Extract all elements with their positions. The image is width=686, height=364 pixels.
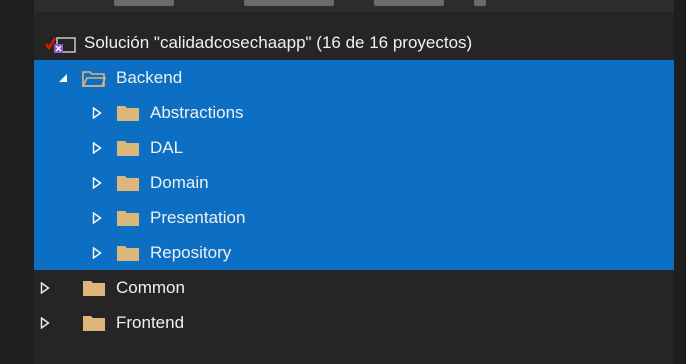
folder-icon — [117, 211, 139, 226]
tree-item-repository[interactable]: Repository — [34, 235, 674, 270]
folder-icon — [117, 141, 139, 156]
tree-item-label: Abstractions — [150, 103, 244, 122]
tree-item-dal[interactable]: DAL — [34, 130, 674, 165]
folder-icon — [117, 106, 139, 121]
tree-item-label: Repository — [150, 243, 232, 262]
tree-item-label: DAL — [150, 138, 184, 157]
tree-item-label: Backend — [116, 68, 183, 87]
tree-item-label: Presentation — [150, 208, 246, 227]
expand-arrow-icon[interactable] — [90, 235, 104, 270]
folder-icon — [117, 246, 139, 261]
expand-arrow-icon[interactable] — [90, 95, 104, 130]
collapse-arrow-icon[interactable] — [56, 60, 70, 95]
expand-arrow-icon[interactable] — [90, 165, 104, 200]
solution-explorer-tree: Solución "calidadcosechaapp" (16 de 16 p… — [34, 26, 674, 340]
tree-item-common[interactable]: Common — [34, 270, 674, 305]
tree-item-backend[interactable]: Backend — [34, 60, 674, 95]
solution-node[interactable]: Solución "calidadcosechaapp" (16 de 16 p… — [34, 26, 674, 60]
expand-arrow-icon[interactable] — [38, 305, 52, 340]
left-panel-edge — [0, 0, 34, 364]
right-panel-edge — [674, 0, 686, 364]
tree-item-label: Domain — [150, 173, 209, 192]
tree-item-domain[interactable]: Domain — [34, 165, 674, 200]
expand-arrow-icon[interactable] — [38, 270, 52, 305]
open-folder-icon — [82, 71, 106, 87]
tree-item-label: Frontend — [116, 313, 185, 332]
tree-item-presentation[interactable]: Presentation — [34, 200, 674, 235]
folder-icon — [117, 176, 139, 191]
tree-item-abstractions[interactable]: Abstractions — [34, 95, 674, 130]
visual-studio-solution-icon — [45, 37, 76, 53]
folder-icon — [83, 316, 105, 331]
solution-label: Solución "calidadcosechaapp" (16 de 16 p… — [84, 33, 473, 52]
tree-item-label: Common — [116, 278, 185, 297]
tree-item-frontend[interactable]: Frontend — [34, 305, 674, 340]
expand-arrow-icon[interactable] — [90, 200, 104, 235]
top-header-strip — [34, 0, 674, 12]
folder-icon — [83, 281, 105, 296]
expand-arrow-icon[interactable] — [90, 130, 104, 165]
